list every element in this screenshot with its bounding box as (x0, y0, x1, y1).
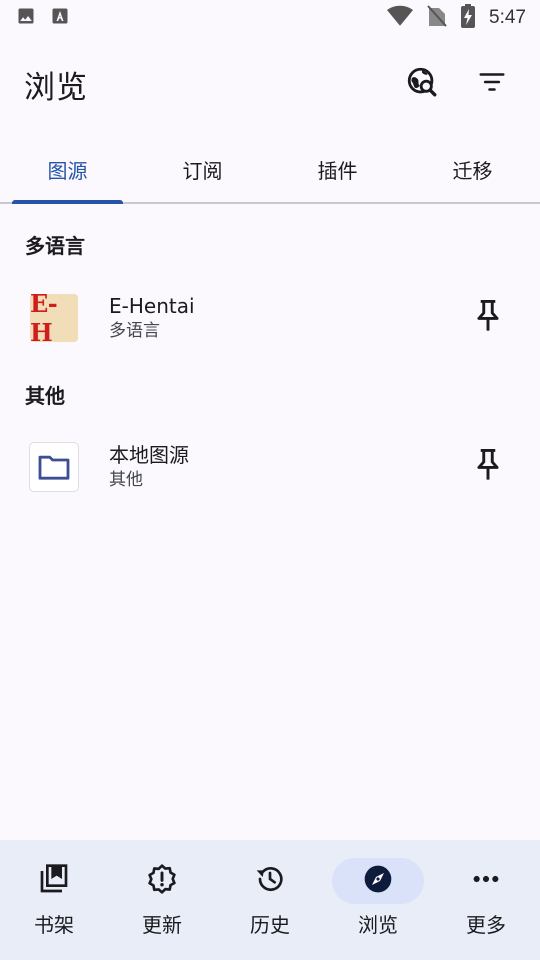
source-language: 多语言 (109, 321, 160, 341)
source-category: 其他 (109, 470, 143, 490)
top-app-bar: 浏览 (0, 52, 540, 116)
nav-library[interactable]: 书架 (0, 840, 108, 960)
tab-bar: 图源 订阅 插件 迁移 (0, 136, 540, 204)
nav-pill (238, 858, 302, 904)
source-text: 本地图源 其他 (109, 442, 466, 492)
tab-sources[interactable]: 图源 (0, 136, 135, 204)
status-time: 5:47 (489, 7, 526, 28)
global-search-button[interactable] (398, 60, 446, 108)
source-item-local[interactable]: 本地图源 其他 (0, 429, 540, 505)
page-title: 浏览 (24, 69, 88, 106)
nav-pill (454, 858, 518, 904)
nav-pill-active (332, 858, 424, 904)
source-text: E-Hentai 多语言 (109, 293, 466, 343)
nav-browse[interactable]: 浏览 (324, 840, 432, 960)
filter-button[interactable] (468, 60, 516, 108)
no-sim-icon (427, 5, 447, 31)
battery-charging-icon (461, 4, 476, 32)
text-a-icon (50, 6, 70, 30)
alert-badge-icon (146, 863, 178, 899)
tab-migration[interactable]: 迁移 (405, 136, 540, 202)
status-left (16, 6, 70, 30)
wifi-icon (387, 5, 414, 31)
folder-icon (30, 443, 78, 491)
nav-label: 浏览 (358, 913, 398, 937)
status-right: 5:47 (387, 4, 526, 32)
nav-label: 书架 (34, 913, 74, 937)
pin-button[interactable] (466, 445, 510, 489)
library-icon (38, 863, 70, 899)
pin-icon (473, 448, 503, 486)
nav-pill (22, 858, 86, 904)
section-header-other: 其他 (25, 384, 65, 408)
filter-icon (477, 67, 507, 101)
nav-label: 历史 (250, 913, 290, 937)
image-icon (16, 6, 36, 30)
compass-icon (362, 863, 394, 899)
bottom-navigation: 书架 更新 历史 浏览 更多 (0, 840, 540, 960)
section-header-multilang: 多语言 (25, 234, 85, 258)
nav-more[interactable]: 更多 (432, 840, 540, 960)
source-item-ehentai[interactable]: E-H E-Hentai 多语言 (0, 280, 540, 356)
nav-history[interactable]: 历史 (216, 840, 324, 960)
nav-pill (130, 858, 194, 904)
pin-button[interactable] (466, 296, 510, 340)
history-icon (254, 863, 286, 899)
source-name: 本地图源 (109, 443, 189, 467)
globe-search-icon (405, 65, 439, 103)
tab-feeds[interactable]: 订阅 (135, 136, 270, 202)
more-icon (470, 863, 502, 899)
source-name: E-Hentai (109, 294, 195, 318)
tab-extensions[interactable]: 插件 (270, 136, 405, 202)
status-bar: 5:47 (0, 0, 540, 36)
pin-icon (473, 299, 503, 337)
nav-label: 更多 (466, 913, 506, 937)
ehentai-logo-icon: E-H (30, 289, 78, 347)
nav-updates[interactable]: 更新 (108, 840, 216, 960)
nav-label: 更新 (142, 913, 182, 937)
